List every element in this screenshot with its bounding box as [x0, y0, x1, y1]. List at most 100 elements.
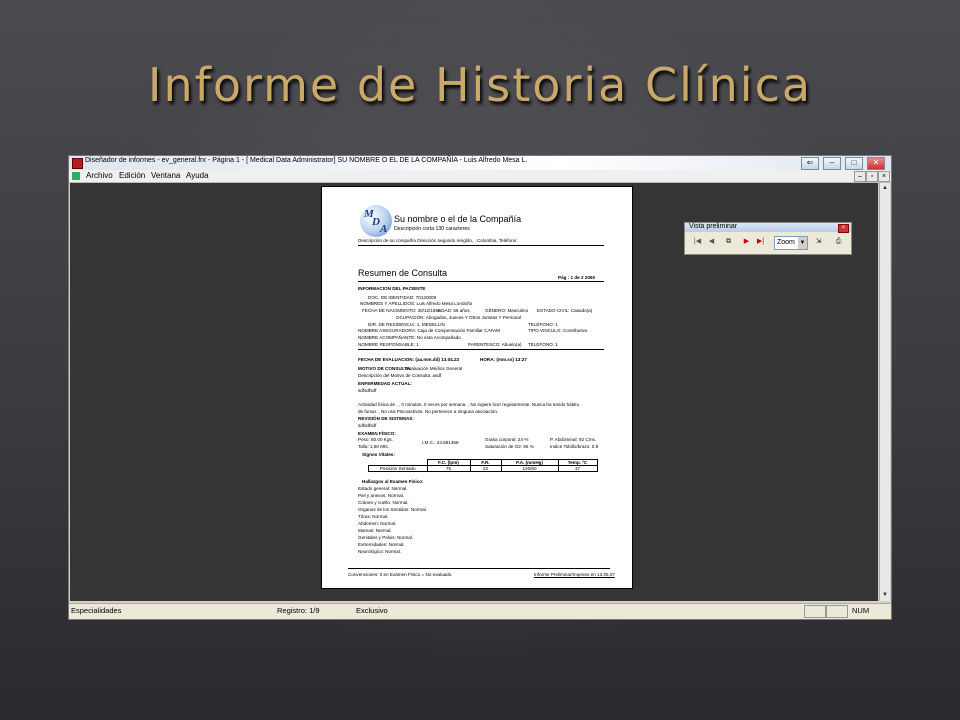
- reason-label: MOTIVO DE CONSULTA:: [358, 366, 412, 371]
- menu-ayuda[interactable]: Ayuda: [186, 171, 209, 180]
- list-item: Abdomen: Normal.: [358, 521, 397, 526]
- patient-link-type: TIPO VINCULO: Contributivo: [528, 328, 588, 333]
- patient-age: EDAD: 56 años: [438, 308, 470, 313]
- report-page: M D A Su nombre o el de la Compañía Desc…: [321, 186, 633, 589]
- status-bar: Especialidades Registro: 1/9 Exclusivo N…: [69, 603, 891, 619]
- scroll-up-icon[interactable]: ▲: [880, 183, 890, 193]
- patient-occupation: OCUPACIÓN: Abogados, Jueces Y Otros Juri…: [396, 315, 521, 320]
- window-title: Diseñador de informes - ev_general.frx -…: [85, 157, 528, 164]
- back-icon[interactable]: ⇐: [801, 157, 819, 170]
- patient-phone1: TELÉFONO: 1: [528, 322, 558, 327]
- patient-responsible: NOMBRE RESPONSABLE: 1: [358, 342, 419, 347]
- list-item: Estado general: Normal.: [358, 486, 408, 491]
- table-row: Posición Sentado 75 22 120/80 37: [368, 465, 598, 472]
- inner-close-button[interactable]: ×: [878, 171, 890, 182]
- zoom-label: Zoom: [777, 239, 795, 246]
- preview-toolbar-titlebar[interactable]: Vista preliminar ×: [685, 223, 851, 233]
- ankle-brachial-index: Indice Tobillo/brazo: 0.9: [550, 444, 599, 449]
- status-cell-empty-2: [826, 605, 848, 618]
- company-desc: Descripción de su compañía Dirección seg…: [358, 238, 518, 243]
- divider: [348, 568, 610, 569]
- first-page-icon[interactable]: |◀: [692, 236, 703, 248]
- minimize-button[interactable]: –: [823, 157, 841, 170]
- list-item: Mamas: Normal.: [358, 528, 392, 533]
- reason-desc: Descripción del Motivo de Consulta: asdf: [358, 373, 442, 378]
- patient-insurer: NOMBRE ASEGURADORA: Caja de Compensación…: [358, 328, 500, 333]
- close-button[interactable]: ✕: [867, 157, 885, 170]
- company-logo: M D A: [360, 205, 392, 237]
- maximize-button[interactable]: □: [845, 157, 863, 170]
- last-page-icon[interactable]: ▶|: [755, 236, 766, 248]
- zoom-select[interactable]: Zoom ▼: [774, 236, 808, 250]
- patient-gender: GÉNERO: Masculino: [485, 308, 529, 313]
- print-icon[interactable]: ⎙: [833, 236, 844, 248]
- eval-date: FECHA DE EVALUACION: (aa.mm.dd) 13.04.23: [358, 357, 460, 362]
- status-section: Especialidades: [71, 606, 122, 615]
- logo-letter-a: A: [380, 223, 388, 235]
- company-short: Descripción corta 130 caracteres: [394, 226, 470, 232]
- go-to-icon[interactable]: ⇲: [813, 236, 824, 248]
- body-fat: Grasa corporal: 24 %: [485, 437, 529, 442]
- systems-label: REVISIÓN DE SISTEMAS:: [358, 416, 414, 421]
- height: Talla: 1.80 Mts.: [358, 444, 389, 449]
- logo-letter-d: D: [372, 216, 380, 228]
- vitals-cell: 22: [469, 465, 502, 472]
- preview-toolbar-title: Vista preliminar: [689, 223, 738, 230]
- exam-label: EXAMEN FÍSICO:: [358, 431, 396, 436]
- patient-residence: DIR. DE RESIDENCIA: 1, MEDELLIN: [368, 322, 445, 327]
- list-item: Cráneo y cuello: Normal.: [358, 500, 409, 505]
- status-num: NUM: [852, 606, 870, 615]
- status-mode: Exclusivo: [356, 606, 388, 615]
- list-item: Piel y anexos: Normal.: [358, 493, 404, 498]
- chevron-down-icon: ▼: [798, 237, 807, 249]
- multi-page-icon[interactable]: ⧉: [723, 236, 734, 248]
- weight: Peso: 80.00 Kgs.: [358, 437, 393, 442]
- patient-birth: FECHA DE NACIMIENTO: 30/12/1956: [362, 308, 441, 313]
- divider: [358, 281, 604, 282]
- activity-line-1: Actividad física de , , 0 minutos, 0 vec…: [358, 402, 580, 407]
- divider: [358, 245, 604, 246]
- menu-ventana[interactable]: Ventana: [151, 171, 180, 180]
- document-icon: [72, 172, 80, 180]
- scroll-down-icon[interactable]: ▼: [880, 590, 890, 600]
- patient-kinship: PARENTESCO: Abuelo(a): [468, 342, 522, 347]
- window-titlebar: Diseñador de informes - ev_general.frx -…: [69, 156, 891, 170]
- menu-edicion[interactable]: Edición: [119, 171, 145, 180]
- eval-time: HORA: (mm.ss) 13:27: [480, 357, 527, 362]
- next-page-icon[interactable]: ▶: [741, 236, 752, 248]
- inner-restore-button[interactable]: ▫: [866, 171, 878, 182]
- reason-value: Evaluación Médica General: [406, 366, 463, 371]
- vertical-scrollbar[interactable]: ▲ ▼: [879, 183, 890, 601]
- list-item: Tórax: Normal.: [358, 514, 389, 519]
- waist: P. Abdominal: 92 Cms.: [550, 437, 597, 442]
- current-illness-value: sdfsdfsdf: [358, 388, 377, 393]
- footer-printed: Informe Preliminar/Impreso en 13.05.07: [534, 572, 615, 577]
- patient-companion: NOMBRE ACOMPAÑANTE: No esta Acompañado: [358, 335, 461, 340]
- section-patient: INFORMACION DEL PACIENTE: [358, 286, 426, 291]
- findings-label: Hallazgos al Examen Físico:: [362, 479, 424, 484]
- preview-toolbar: Vista preliminar × |◀ ◀ ⧉ ▶ ▶| Zoom ▼ ⇲ …: [684, 222, 852, 255]
- bmi: I.M.C.: 24.691358: [422, 440, 459, 445]
- close-icon[interactable]: ×: [838, 224, 849, 233]
- report-title: Resumen de Consulta: [358, 268, 448, 278]
- vitals-cell: 75: [426, 465, 471, 472]
- vitals-cell: 120/80: [500, 465, 559, 472]
- inner-minimize-button[interactable]: –: [854, 171, 866, 182]
- company-name: Su nombre o el de la Compañía: [394, 214, 522, 224]
- divider: [358, 349, 604, 350]
- footer-conventions: Convenciones: 0 en Exámen Físico = No ev…: [348, 572, 453, 577]
- patient-name: NOMBRES Y APELLIDOS: Luis Alfredo Mesa L…: [360, 301, 473, 306]
- list-item: Extremidades: Normal.: [358, 542, 405, 547]
- status-cell-empty-1: [804, 605, 826, 618]
- list-item: Genitales y Pelvis: Normal.: [358, 535, 414, 540]
- slide-title: Informe de Historia Clínica: [147, 58, 813, 112]
- menu-bar: Archivo Edición Ventana Ayuda – ▫ ×: [69, 170, 891, 183]
- menu-archivo[interactable]: Archivo: [86, 171, 113, 180]
- patient-civil: ESTADO CIVIL: Casado(a): [537, 308, 593, 313]
- vitals-cell: 37: [557, 465, 598, 472]
- previous-page-icon[interactable]: ◀: [706, 236, 717, 248]
- list-item: Organos de los Sentidos: Normal.: [358, 507, 427, 512]
- systems-value: sdfsdfsdf: [358, 423, 377, 428]
- page-info: Pág : 1 de 2 2050: [558, 275, 596, 280]
- current-illness-label: ENFERMEDAD ACTUAL:: [358, 381, 412, 386]
